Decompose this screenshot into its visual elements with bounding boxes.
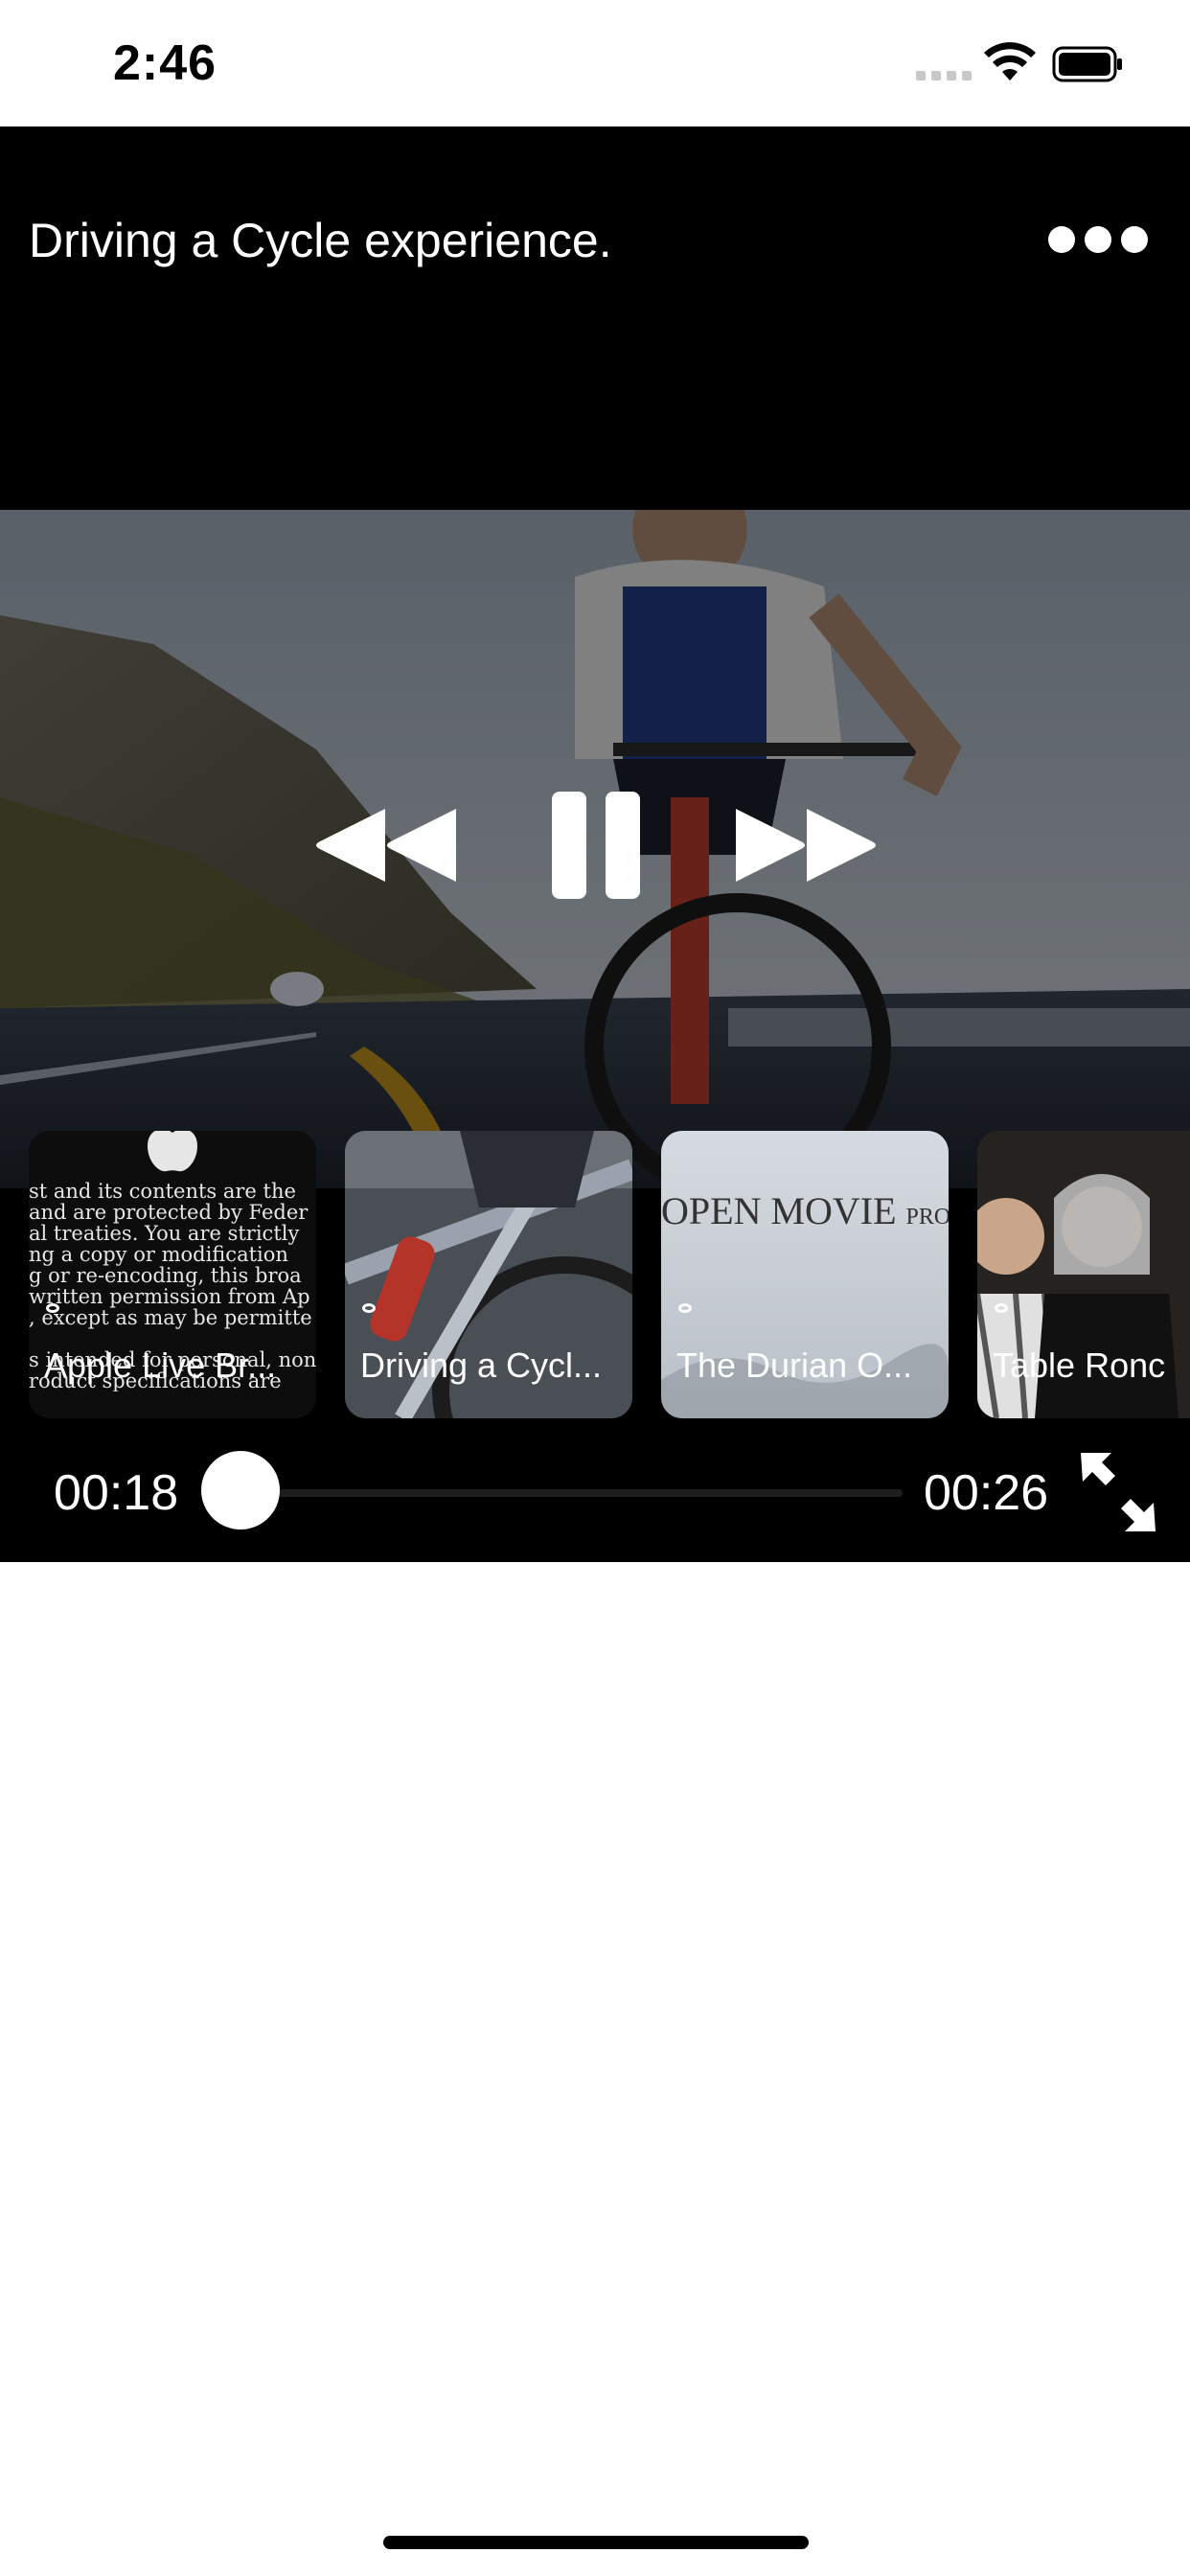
video-player: Driving a Cycle experience. st and its c… (0, 126, 1190, 1562)
rewind-icon (316, 809, 456, 882)
expand-icon (1081, 1453, 1156, 1531)
status-bar: 2:46 (0, 0, 1190, 126)
playlist-item-label: Apple Live Br... (44, 1346, 277, 1385)
video-title: Driving a Cycle experience. (29, 214, 612, 267)
pause-button[interactable] (550, 792, 642, 899)
apple-logo-icon (148, 1131, 197, 1172)
playlist-item-label: Table Ronc (993, 1346, 1166, 1385)
playlist-item-table-ronde[interactable]: Table Ronc (977, 1131, 1190, 1418)
more-options-button[interactable] (1048, 226, 1148, 253)
playlist-item-durian[interactable]: OPEN MOVIE PROJECT The Durian O... (661, 1131, 949, 1418)
indicator-icon (362, 1303, 376, 1313)
rewind-button[interactable] (312, 805, 458, 886)
playlist-item-label: Driving a Cycl... (360, 1346, 603, 1385)
wifi-icon (984, 42, 1036, 80)
total-time: 00:26 (924, 1465, 1049, 1521)
indicator-icon (678, 1303, 692, 1313)
status-time: 2:46 (113, 35, 217, 91)
home-indicator[interactable] (383, 2536, 809, 2549)
fast-forward-icon (736, 809, 876, 882)
battery-icon (1052, 46, 1122, 82)
progress-slider[interactable] (240, 1489, 903, 1497)
fullscreen-button[interactable] (1079, 1451, 1157, 1533)
pause-icon (552, 792, 640, 899)
current-time: 00:18 (54, 1465, 179, 1521)
indicator-icon (46, 1303, 59, 1313)
playlist-item-driving-cycle[interactable]: Driving a Cycl... (345, 1131, 632, 1418)
playlist-item-apple-live[interactable]: st and its contents are the and are prot… (29, 1131, 316, 1418)
thumbnail-preview-text: OPEN MOVIE PROJECT (661, 1189, 949, 1232)
signal-icon (916, 71, 972, 80)
progress-slider-thumb[interactable] (201, 1451, 280, 1530)
playlist-item-label: The Durian O... (676, 1346, 913, 1385)
fast-forward-button[interactable] (734, 805, 880, 886)
indicator-icon (995, 1303, 1008, 1313)
ellipsis-icon (1048, 226, 1075, 253)
